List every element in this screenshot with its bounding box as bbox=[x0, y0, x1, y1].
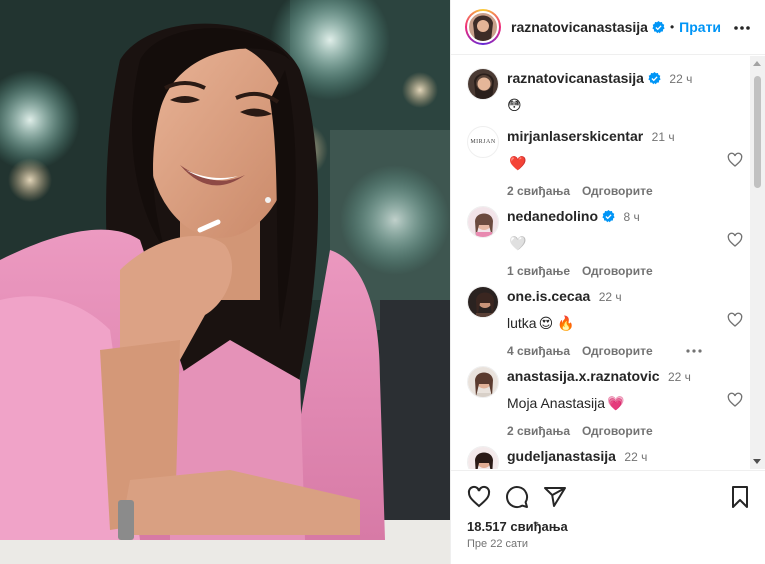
comment-emoji: 😍 🔥 bbox=[538, 314, 575, 331]
avatar-logo-text: MIRJAN bbox=[470, 139, 496, 145]
comment-emoji: 🤍 bbox=[509, 234, 527, 251]
comment-avatar[interactable] bbox=[467, 206, 499, 238]
comment-avatar[interactable] bbox=[467, 286, 499, 318]
more-options-icon[interactable] bbox=[732, 18, 752, 38]
comment-username[interactable]: one.is.cecaa bbox=[507, 288, 590, 304]
verified-badge-icon bbox=[652, 20, 665, 33]
share-icon[interactable] bbox=[543, 485, 567, 509]
heart-icon[interactable] bbox=[727, 392, 743, 408]
comment-time: 22 ч bbox=[598, 290, 622, 304]
verified-badge-icon bbox=[648, 72, 661, 85]
comment-avatar[interactable]: MIRJAN bbox=[467, 126, 499, 158]
post-actions-footer: 18.517 свиђања Пре 22 сати bbox=[451, 470, 765, 564]
follow-button[interactable]: Прати bbox=[679, 19, 721, 35]
heart-icon[interactable] bbox=[727, 312, 743, 328]
comment-emoji: 💗 bbox=[607, 394, 625, 411]
comments-list[interactable]: raznatovicanastasija 22 ч 😳 MIRJAN mirja… bbox=[451, 56, 751, 469]
comment-time: 21 ч bbox=[651, 130, 675, 144]
comment-icon[interactable] bbox=[505, 485, 529, 509]
heart-icon[interactable] bbox=[467, 485, 491, 509]
reply-button[interactable]: Одговорите bbox=[582, 424, 653, 438]
more-options-icon[interactable] bbox=[685, 345, 703, 357]
post-photo[interactable] bbox=[0, 0, 450, 564]
post-details-panel: raznatovicanastasija • Прати raznatovica… bbox=[450, 0, 765, 564]
scroll-up-arrow[interactable] bbox=[753, 61, 761, 66]
comment-likes-count[interactable]: 1 свиђање bbox=[507, 264, 570, 278]
heart-icon[interactable] bbox=[727, 152, 743, 168]
comment-text: lutka bbox=[507, 315, 537, 331]
comment-text: Moja Anastasija bbox=[507, 395, 606, 411]
verified-badge-icon bbox=[602, 210, 615, 223]
author-username[interactable]: raznatovicanastasija bbox=[511, 19, 648, 35]
comment-username[interactable]: nedanedolino bbox=[507, 208, 598, 224]
comment-username[interactable]: raznatovicanastasija bbox=[507, 70, 644, 86]
scroll-thumb[interactable] bbox=[754, 76, 761, 188]
comments-scrollbar[interactable] bbox=[750, 56, 765, 469]
comment-username[interactable]: mirjanlaserskicentar bbox=[507, 128, 643, 144]
comment-time: 22 ч bbox=[624, 450, 648, 464]
comment-username[interactable]: gudeljanastasija bbox=[507, 448, 616, 464]
post-timestamp: Пре 22 сати bbox=[467, 538, 529, 550]
author-avatar[interactable] bbox=[465, 9, 501, 45]
post-header: raznatovicanastasija • Прати bbox=[451, 0, 765, 55]
post-likes-count[interactable]: 18.517 свиђања bbox=[467, 519, 568, 534]
comment-likes-count[interactable]: 4 свиђања bbox=[507, 344, 570, 358]
scroll-down-arrow[interactable] bbox=[753, 459, 761, 464]
comment-emoji: ❤️ bbox=[509, 154, 527, 171]
heart-icon[interactable] bbox=[727, 232, 743, 248]
save-icon[interactable] bbox=[728, 485, 752, 509]
comment-time: 8 ч bbox=[623, 210, 640, 224]
caption-avatar[interactable] bbox=[467, 68, 499, 100]
comment-time: 22 ч bbox=[669, 72, 693, 86]
comment-username[interactable]: anastasija.x.raznatovic bbox=[507, 368, 660, 384]
comment-likes-count[interactable]: 2 свиђања bbox=[507, 424, 570, 438]
reply-button[interactable]: Одговорите bbox=[582, 344, 653, 358]
comment-avatar[interactable] bbox=[467, 366, 499, 398]
comment-avatar[interactable] bbox=[467, 446, 499, 469]
comment-likes-count[interactable]: 2 свиђања bbox=[507, 184, 570, 198]
comment-time: 22 ч bbox=[667, 370, 691, 384]
comment-emoji: 😳 bbox=[507, 96, 522, 113]
post-photo-illustration bbox=[0, 0, 450, 564]
separator-dot: • bbox=[669, 20, 675, 34]
reply-button[interactable]: Одговорите bbox=[582, 264, 653, 278]
reply-button[interactable]: Одговорите bbox=[582, 184, 653, 198]
